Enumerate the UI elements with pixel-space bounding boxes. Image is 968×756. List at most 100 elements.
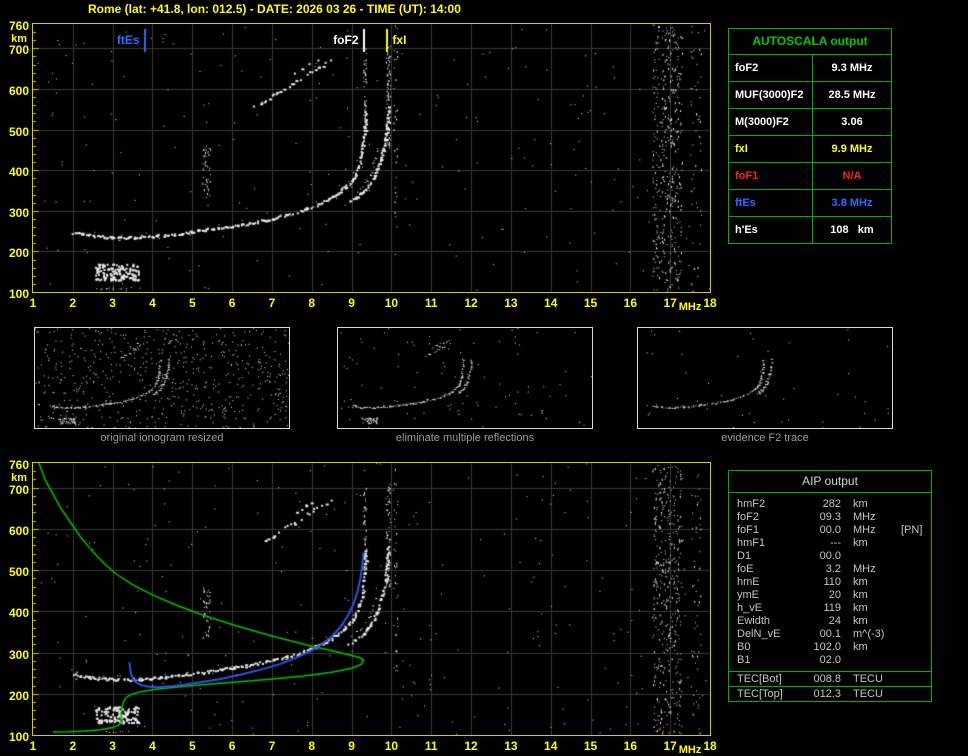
autoscala-param-value: N/A — [842, 170, 862, 182]
y-axis-tick-label-main: 100 — [8, 287, 29, 301]
aip-param-unit: MHz — [853, 511, 876, 523]
x-axis-tick-label-main: 16 — [623, 296, 638, 310]
aip-param-label: hmF2 — [737, 498, 766, 510]
aip-param-unit — [841, 654, 901, 667]
app-root: Rome (lat: +41.8, lon: 012.5) - DATE: 20… — [0, 0, 968, 756]
aip-param-unit: TECU — [853, 673, 883, 685]
autoscala-param-label: h'Es — [729, 217, 813, 243]
y-axis-tick-label-profile: 300 — [8, 647, 29, 662]
aip-param-label: TEC[Top] — [737, 688, 783, 700]
aip-param-note — [901, 641, 931, 654]
aip-param-note: [PN] — [901, 524, 923, 536]
x-axis-tick-label-profile: 10 — [384, 739, 399, 753]
x-axis-tick-label-profile: 2 — [69, 739, 77, 753]
aip-param-note — [901, 672, 931, 686]
aip-row-ewidth: Ewidth 24 km — [729, 615, 931, 628]
x-axis-tick-label-profile: 17 — [663, 739, 677, 753]
y-axis-tick-label-profile: 200 — [8, 688, 29, 703]
x-axis-tick-label-main: 7 — [268, 296, 276, 310]
x-axis-tick-label-profile: 12 — [464, 739, 478, 753]
aip-param-note — [901, 628, 931, 641]
y-axis-unit-profile: km — [11, 472, 27, 484]
aip-param-unit: km — [853, 615, 868, 627]
aip-row-hme: hmE 110 km — [729, 576, 931, 589]
aip-param-note — [901, 576, 931, 589]
autoscala-param-value: 9.3 MHz — [831, 62, 873, 74]
aip-param-unit: km — [853, 641, 868, 653]
aip-row-hve: h_vE 119 km — [729, 602, 931, 615]
x-axis-tick-label-main: 4 — [149, 296, 156, 310]
aip-param-label: Ewidth — [737, 615, 771, 627]
aip-param-label: ymE — [737, 589, 759, 601]
aip-row-b0: B0 102.0 km — [729, 641, 931, 654]
aip-param-label: h_vE — [737, 602, 763, 614]
y-axis-tick-label-profile: 600 — [8, 523, 29, 538]
thumbnail-caption-no-multiples: eliminate multiple reflections — [395, 432, 535, 444]
x-axis-tick-label-profile: 7 — [268, 739, 276, 753]
aip-param-label: B0 — [737, 641, 751, 653]
marker-label-fxI: fxI — [392, 33, 407, 47]
aip-row-d1: D1 00.0 — [729, 550, 931, 563]
aip-param-note — [901, 602, 931, 615]
aip-param-value: 00.0 — [819, 524, 841, 536]
thumbnail-caption-f2-trace: evidence F2 trace — [721, 432, 809, 444]
x-axis-tick-label-profile: 4 — [149, 739, 156, 753]
aip-param-unit: km — [853, 602, 868, 614]
y-axis-unit-main: km — [11, 33, 27, 45]
aip-param-unit: MHz — [853, 563, 876, 575]
autoscala-param-label: foF1 — [729, 163, 813, 189]
aip-param-value: 00.0 — [819, 550, 841, 562]
autoscala-param-label: ftEs — [729, 190, 813, 216]
aip-param-note — [901, 615, 931, 628]
autoscala-row-fof2: foF2 9.3 MHz — [729, 55, 891, 82]
aip-param-value: 110 — [823, 576, 841, 588]
x-axis-unit-profile: MHz — [678, 744, 702, 756]
x-axis-tick-label-main: 2 — [69, 296, 77, 310]
autoscala-row-muf: MUF(3000)F2 28.5 MHz — [729, 82, 891, 109]
aip-row-foe: foE 3.2 MHz — [729, 563, 931, 576]
aip-param-value: --- — [830, 537, 841, 549]
x-axis-tick-label-main: 18 — [703, 296, 717, 310]
autoscala-param-value: 9.9 MHz — [831, 143, 873, 155]
aip-param-label: foF1 — [737, 524, 760, 536]
aip-table-title: AIP output — [729, 471, 931, 493]
y-axis-tick-label-profile: 700 — [8, 482, 29, 497]
autoscala-param-label: foF2 — [729, 55, 813, 81]
thumbnail-caption-original: original ionogram resized — [100, 432, 224, 444]
aip-param-value: 102.0 — [813, 641, 841, 653]
autoscala-param-label: MUF(3000)F2 — [729, 82, 813, 108]
y-axis-tick-label-profile: 100 — [8, 730, 29, 744]
aip-param-label: hmE — [737, 576, 760, 588]
ionogram-canvas-main — [33, 24, 710, 292]
aip-output-table: AIP output hmF2 282 km foF2 09.3 MHz foF1 00.… — [728, 470, 932, 702]
thumbnail-no-multiples — [337, 327, 593, 429]
aip-row-fof1: foF1 00.0 MHz [PN] — [729, 524, 931, 537]
x-axis-tick-label-profile: 13 — [504, 739, 518, 753]
aip-param-value: 00.1 — [819, 628, 841, 640]
aip-param-label: hmF1 — [737, 537, 766, 549]
aip-param-unit: km — [853, 498, 868, 510]
aip-param-label: DelN_vE — [737, 628, 781, 640]
autoscala-param-label: fxI — [729, 136, 813, 162]
aip-row-tec-bot: TEC[Bot] 008.8 TECU — [729, 671, 931, 686]
aip-param-value: 3.2 — [825, 563, 841, 575]
x-axis-tick-label-profile: 9 — [348, 739, 355, 753]
autoscala-param-label: M(3000)F2 — [729, 109, 813, 135]
x-axis-tick-label-main: 15 — [583, 296, 598, 310]
x-axis-tick-label-profile: 3 — [109, 739, 116, 753]
x-axis-tick-label-main: 8 — [308, 296, 316, 310]
y-axis-tick-label-main: 500 — [8, 124, 29, 139]
autoscala-output-table: AUTOSCALA output foF2 9.3 MHz MUF(3000)F… — [728, 28, 892, 244]
x-axis-tick-label-main: 6 — [228, 296, 236, 310]
y-axis-tick-label-profile: 760 — [8, 458, 29, 472]
ionogram-canvas-profile — [33, 463, 710, 735]
x-axis-tick-label-profile: 11 — [424, 739, 438, 753]
aip-param-unit: km — [853, 537, 868, 549]
y-axis-tick-label-main: 700 — [8, 43, 29, 58]
x-axis-tick-label-profile: 8 — [308, 739, 316, 753]
autoscala-row-hes: h'Es 108 km — [729, 217, 891, 243]
x-axis-tick-label-main: 12 — [464, 296, 478, 310]
aip-param-value: 282 — [822, 498, 841, 510]
aip-param-label: foE — [737, 563, 754, 575]
x-axis-tick-label-main: 10 — [384, 296, 399, 310]
